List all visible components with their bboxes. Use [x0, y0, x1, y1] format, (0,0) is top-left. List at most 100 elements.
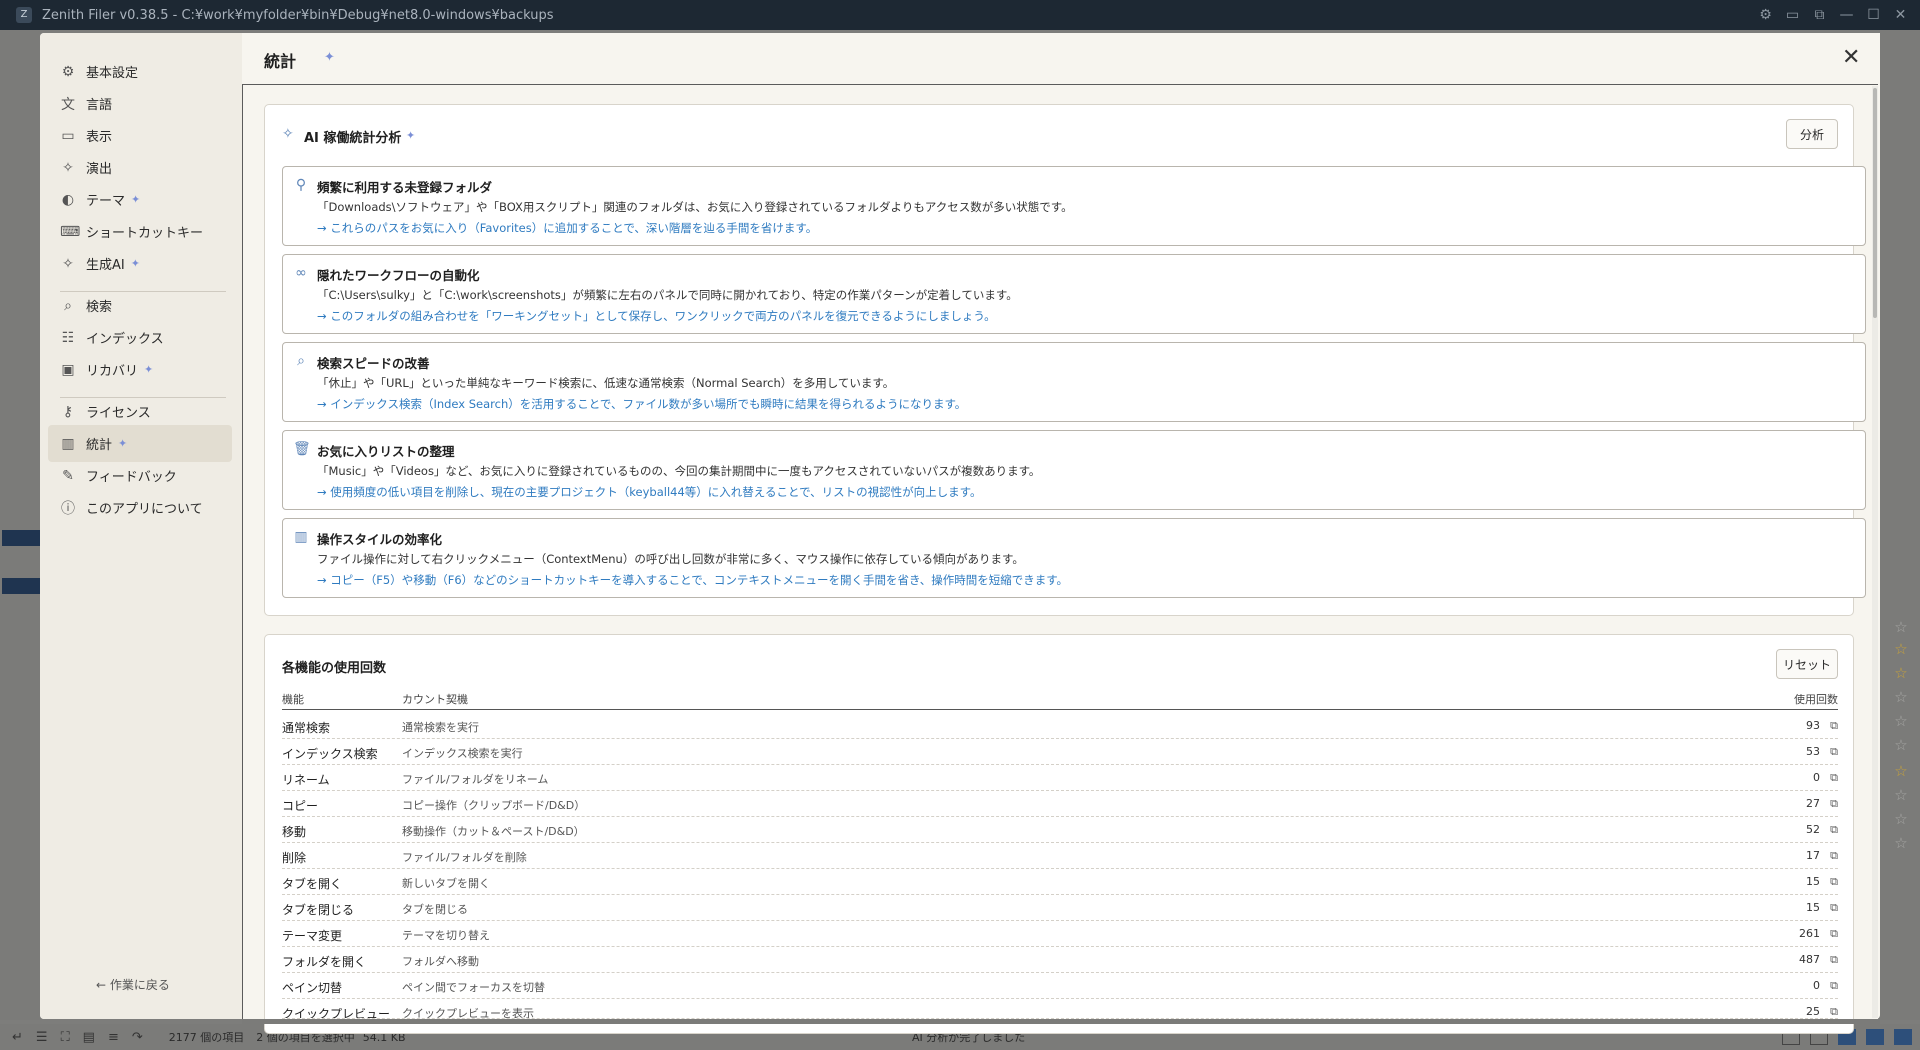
- sparkles-icon: ✧: [62, 255, 74, 272]
- insight-description: 「C:\Users\sulky」と「C:\work\screenshots」が頻…: [317, 288, 1018, 302]
- monitor-icon: ▭: [61, 127, 75, 144]
- column-header-trigger: カウント契機: [402, 693, 468, 706]
- page-title: 統計: [264, 52, 297, 71]
- ai-analysis-title: AI 稼働統計分析: [304, 131, 402, 146]
- close-dialog-button[interactable]: ✕: [1842, 45, 1860, 70]
- nav-recovery[interactable]: ▣ リカバリ ✦: [48, 351, 232, 388]
- settings-header: [242, 33, 1880, 85]
- star-filled-icon: ☆: [1894, 664, 1908, 682]
- table-row: コピー コピー操作（クリップボード/D&D） 27 ⧉: [282, 791, 1838, 817]
- background-app-left: [0, 30, 40, 1020]
- window-layout-icon[interactable]: ⧉: [1806, 7, 1833, 23]
- copy-icon[interactable]: ⧉: [1830, 771, 1838, 785]
- copy-icon[interactable]: ⧉: [1830, 927, 1838, 941]
- modal-bottom-edge: [242, 1019, 1880, 1024]
- minimize-icon[interactable]: —: [1833, 7, 1860, 23]
- copy-icon[interactable]: ⧉: [1830, 875, 1838, 889]
- ai-spark-icon: ✦: [406, 129, 416, 142]
- insight-suggestion: → コピー（F5）や移動（F6）などのショートカットキーを導入することで、コンテ…: [317, 573, 1069, 587]
- background-app-right: ☆ ☆ ☆ ☆ ☆ ☆ ☆ ☆ ☆ ☆: [1880, 30, 1920, 1020]
- trash-icon: 🗑: [293, 441, 311, 457]
- insight-title: お気に入りリストの整理: [317, 444, 455, 459]
- item-count: 2177 個の項目: [168, 1031, 245, 1044]
- insight-suggestion: → このフォルダの組み合わせを「ワーキングセット」として保存し、ワンクリックで両…: [317, 309, 996, 323]
- copy-icon[interactable]: ⧉: [1830, 901, 1838, 915]
- background-selected-row: [2, 578, 40, 594]
- status-toolbar: ↵ ☰ ⛶ ▤ ≡ ↷: [12, 1030, 143, 1045]
- insight-suggestion: → インデックス検索（Index Search）を活用することで、ファイル数が多…: [317, 397, 967, 411]
- insight-card: ▥ 操作スタイルの効率化 ファイル操作に対して右クリックメニュー（Context…: [282, 518, 1866, 598]
- insight-card: ⌕ 検索スピードの改善 「休止」や「URL」といった単純なキーワード検索に、低速…: [282, 342, 1866, 422]
- enter-icon[interactable]: ↵: [12, 1030, 23, 1045]
- palette-icon: ◐: [61, 191, 75, 208]
- back-to-work-link[interactable]: ← 作業に戻る: [96, 976, 170, 993]
- bar-chart-icon: ▥: [61, 435, 75, 452]
- bar-chart-icon: ▥: [294, 529, 308, 545]
- archive-icon: ▣: [61, 361, 75, 378]
- usage-table-header: 機能 カウント契機 使用回数: [282, 688, 1838, 710]
- table-row: タブを閉じる タブを閉じる 15 ⧉: [282, 895, 1838, 921]
- pin-icon: ⚲: [295, 177, 307, 193]
- right-pane-icon[interactable]: [1866, 1029, 1884, 1045]
- insight-description: 「Music」や「Videos」など、お気に入りに登録されているものの、今回の集…: [317, 464, 1041, 478]
- table-row: インデックス検索 インデックス検索を実行 53 ⧉: [282, 739, 1838, 765]
- book-icon[interactable]: ▭: [1779, 7, 1806, 23]
- maximize-icon[interactable]: ☐: [1860, 7, 1887, 23]
- insight-title: 隠れたワークフローの自動化: [317, 268, 480, 283]
- list-icon[interactable]: ☰: [36, 1030, 48, 1045]
- reset-button[interactable]: リセット: [1776, 649, 1838, 679]
- redo-icon[interactable]: ↷: [132, 1030, 143, 1045]
- nav-about[interactable]: ⓘ このアプリについて: [48, 489, 232, 526]
- table-row: フォルダを開く フォルダへ移動 487 ⧉: [282, 947, 1838, 973]
- insight-card: ∞ 隠れたワークフローの自動化 「C:\Users\sulky」と「C:\wor…: [282, 254, 1866, 334]
- search-icon: ⌕: [297, 353, 305, 369]
- ai-spark-icon: ✦: [324, 50, 335, 65]
- copy-icon[interactable]: ⧉: [1830, 823, 1838, 837]
- ai-spark-icon: ✦: [130, 257, 140, 270]
- copy-icon[interactable]: ⧉: [1830, 953, 1838, 967]
- column-header-function: 機能: [282, 693, 304, 706]
- table-row: 移動 移動操作（カット＆ペースト/D&D） 52 ⧉: [282, 817, 1838, 843]
- arrow-left-icon: ←: [96, 978, 107, 992]
- star-outline-icon: ☆: [1894, 618, 1908, 636]
- copy-icon[interactable]: ⧉: [1830, 719, 1838, 733]
- analyze-button[interactable]: 分析: [1786, 119, 1838, 149]
- table-row: 通常検索 通常検索を実行 93 ⧉: [282, 713, 1838, 739]
- star-outline-icon: ☆: [1894, 688, 1908, 706]
- star-outline-icon: ☆: [1894, 834, 1908, 852]
- panel-icon[interactable]: ▤: [83, 1030, 95, 1045]
- close-window-icon[interactable]: ✕: [1887, 7, 1914, 23]
- insight-description: 「Downloads\ソフトウェア」や「BOX用スクリプト」関連のフォルダは、お…: [317, 200, 1073, 214]
- content-scrollbar[interactable]: [1872, 86, 1878, 1018]
- window-controls: ⚙ ▭ ⧉ — ☐ ✕: [1752, 0, 1914, 30]
- copy-icon[interactable]: ⧉: [1830, 849, 1838, 863]
- key-icon: ⚷: [62, 403, 74, 420]
- insight-description: 「休止」や「URL」といった単純なキーワード検索に、低速な通常検索（Normal…: [317, 376, 895, 390]
- table-row: ペイン切替 ペイン間でフォーカスを切替 0 ⧉: [282, 973, 1838, 999]
- copy-icon[interactable]: ⧉: [1830, 979, 1838, 993]
- ai-sparkles-icon: ✧: [282, 126, 294, 142]
- table-row: タブを開く 新しいタブを開く 15 ⧉: [282, 869, 1838, 895]
- title-bar: Z Zenith Filer v0.38.5 - C:¥work¥myfolde…: [0, 0, 1920, 30]
- table-row: クイックプレビュー クイックプレビューを表示 25 ⧉: [282, 999, 1838, 1019]
- keyboard-icon: ⌨: [60, 223, 81, 240]
- fullscreen-icon[interactable]: ⛶: [61, 1030, 70, 1045]
- database-icon: ☷: [61, 329, 75, 346]
- copy-icon[interactable]: ⧉: [1830, 1005, 1838, 1018]
- copy-icon[interactable]: ⧉: [1830, 797, 1838, 811]
- search-icon: ⌕: [64, 297, 72, 314]
- copy-icon[interactable]: ⧉: [1830, 745, 1838, 759]
- nav-generative-ai[interactable]: ✧ 生成AI ✦: [48, 245, 232, 282]
- insight-title: 頻繁に利用する未登録フォルダ: [317, 180, 493, 195]
- gear-icon[interactable]: ⚙: [1752, 7, 1779, 23]
- menu-icon[interactable]: ≡: [108, 1030, 119, 1045]
- scrollbar-thumb[interactable]: [1873, 88, 1877, 318]
- ai-spark-icon: ✦: [131, 193, 141, 206]
- column-header-count: 使用回数: [1794, 693, 1838, 706]
- insight-suggestion: → これらのパスをお気に入り（Favorites）に追加することで、深い階層を辿…: [317, 221, 818, 235]
- insight-description: ファイル操作に対して右クリックメニュー（ContextMenu）の呼び出し回数が…: [317, 552, 1024, 566]
- table-row: 削除 ファイル/フォルダを削除 17 ⧉: [282, 843, 1838, 869]
- sparkles-icon: ✧: [62, 159, 74, 176]
- table-row: リネーム ファイル/フォルダをリネーム 0 ⧉: [282, 765, 1838, 791]
- ai-spark-icon[interactable]: [1894, 1029, 1912, 1045]
